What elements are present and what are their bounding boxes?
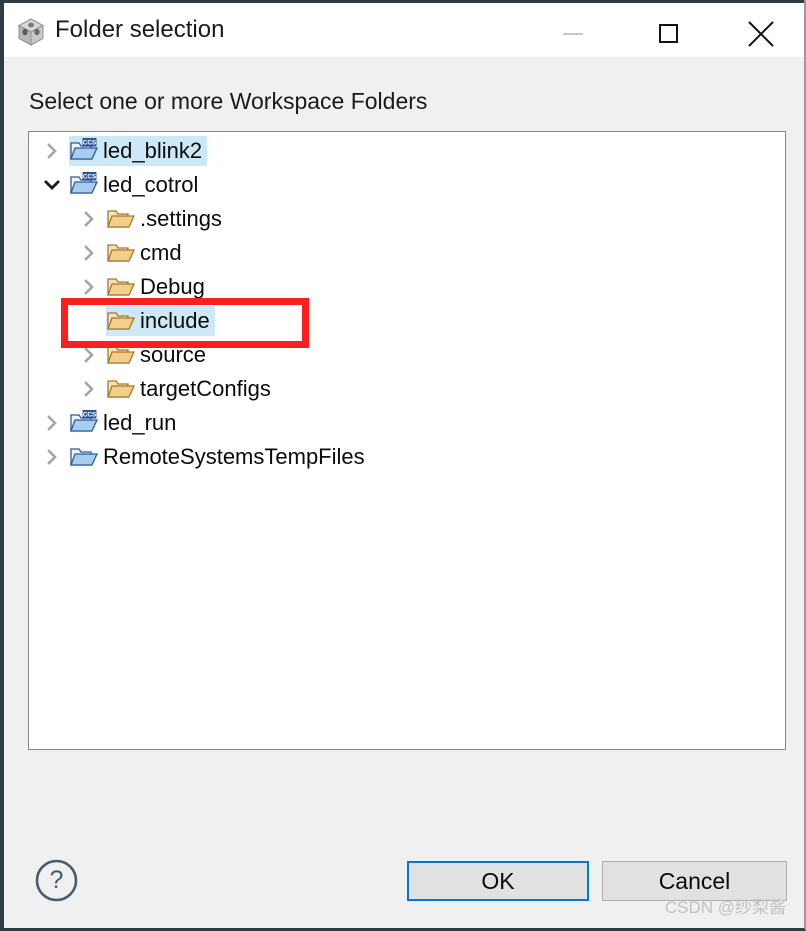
- help-button[interactable]: ?: [34, 858, 79, 903]
- ccs-project-folder-icon: CCS: [69, 409, 99, 436]
- chevron-right-icon[interactable]: [80, 278, 98, 296]
- tree-item-label: led_run: [103, 410, 177, 435]
- tree-item-label: Debug: [140, 274, 205, 299]
- cube-icon: [15, 16, 47, 48]
- tree-item-label: targetConfigs: [140, 376, 271, 401]
- svg-text:CCS: CCS: [83, 174, 97, 181]
- tree-item[interactable]: CCS led_cotrol: [69, 170, 203, 200]
- chevron-right-icon[interactable]: [43, 414, 61, 432]
- minimize-button[interactable]: [545, 6, 607, 60]
- maximize-button[interactable]: [638, 6, 700, 60]
- close-icon: [747, 20, 775, 48]
- blue-folder-icon: [69, 444, 99, 470]
- workspace-folder-tree[interactable]: CCS led_blink2 CCS led_cotrol .settings cmd De…: [28, 131, 786, 750]
- ccs-project-folder-icon: CCS: [69, 137, 99, 164]
- tree-row[interactable]: .settings: [29, 202, 785, 236]
- help-question-icon: ?: [34, 859, 79, 907]
- tree-row[interactable]: CCS led_blink2: [29, 134, 785, 168]
- maximize-icon: [659, 24, 678, 43]
- chevron-right-icon[interactable]: [80, 210, 98, 228]
- ok-button[interactable]: OK: [407, 861, 589, 901]
- folder-selection-dialog: Folder selection Select one or more Work…: [0, 0, 806, 931]
- window-title: Folder selection: [55, 16, 225, 43]
- title-bar: Folder selection: [4, 0, 804, 57]
- minimize-icon: [563, 33, 583, 35]
- svg-text:CCS: CCS: [83, 412, 97, 419]
- tree-item-label: RemoteSystemsTempFiles: [103, 444, 365, 469]
- chevron-down-icon[interactable]: [43, 176, 61, 194]
- tree-item-label: .settings: [140, 206, 222, 231]
- ccs-project-folder-icon: CCS: [69, 171, 99, 198]
- instruction-label: Select one or more Workspace Folders: [29, 88, 428, 114]
- folder-icon: [106, 376, 136, 402]
- folder-icon: [106, 240, 136, 266]
- annotation-highlight-rectangle: [61, 298, 309, 348]
- tree-item[interactable]: CCS led_run: [69, 408, 181, 438]
- tree-row[interactable]: CCS led_cotrol: [29, 168, 785, 202]
- tree-item[interactable]: cmd: [106, 238, 187, 268]
- tree-row[interactable]: cmd: [29, 236, 785, 270]
- folder-icon: [106, 274, 136, 300]
- tree-item-label: led_blink2: [103, 138, 203, 163]
- tree-row[interactable]: targetConfigs: [29, 372, 785, 406]
- chevron-right-icon[interactable]: [80, 346, 98, 364]
- tree-item-label: led_cotrol: [103, 172, 199, 197]
- chevron-right-icon[interactable]: [80, 244, 98, 262]
- tree-item[interactable]: .settings: [106, 204, 227, 234]
- tree-item[interactable]: CCS led_blink2: [69, 136, 208, 166]
- chevron-right-icon[interactable]: [43, 448, 61, 466]
- tree-item[interactable]: RemoteSystemsTempFiles: [69, 442, 370, 472]
- tree-row[interactable]: RemoteSystemsTempFiles: [29, 440, 785, 474]
- tree-row[interactable]: CCS led_run: [29, 406, 785, 440]
- chevron-right-icon[interactable]: [43, 142, 61, 160]
- svg-text:?: ?: [50, 866, 64, 894]
- chevron-right-icon[interactable]: [80, 380, 98, 398]
- close-button[interactable]: [730, 6, 792, 60]
- tree-item[interactable]: targetConfigs: [106, 374, 276, 404]
- tree-item-label: cmd: [140, 240, 182, 265]
- folder-icon: [106, 206, 136, 232]
- watermark-text: CSDN @纱梨酱: [664, 898, 786, 917]
- svg-text:CCS: CCS: [83, 140, 97, 147]
